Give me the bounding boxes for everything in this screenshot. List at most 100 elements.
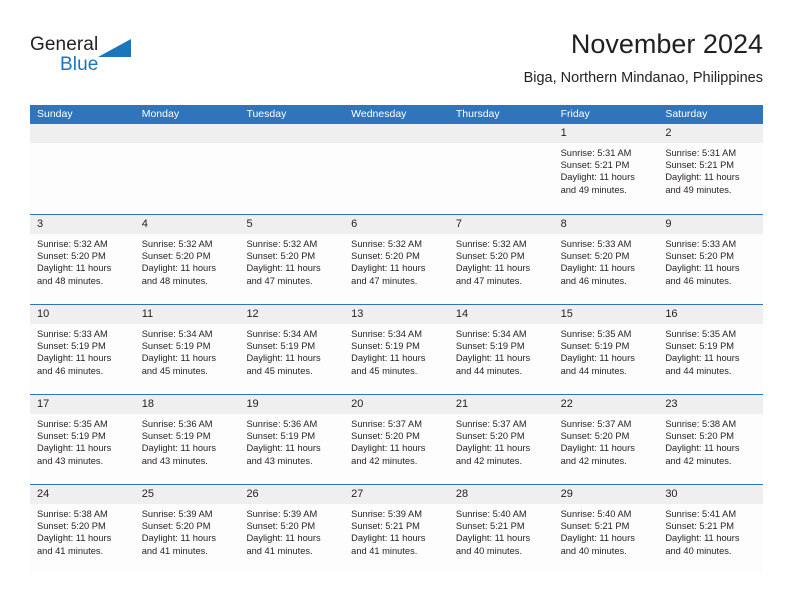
day-detail-line: Daylight: 11 hours [665, 172, 740, 183]
day-details: Sunrise: 5:33 AM Sunset: 5:20 PM Daylight:… [658, 234, 763, 287]
day-number: 13 [344, 305, 449, 324]
day-detail-line: Sunset: 5:20 PM [351, 431, 420, 442]
day-number: 8 [553, 215, 659, 234]
calendar-day-cell[interactable]: 8 Sunrise: 5:33 AM Sunset: 5:20 PM Daylight… [553, 215, 659, 304]
day-detail-line: Daylight: 11 hours [351, 443, 426, 454]
day-detail-line: Sunset: 5:21 PM [455, 521, 525, 532]
calendar-day-cell[interactable]: 16 Sunrise: 5:35 AM Sunset: 5:19 PM Dayligh… [658, 305, 764, 394]
day-detail-line: Sunset: 5:20 PM [560, 251, 630, 262]
day-detail-line: Sunrise: 5:37 AM [560, 419, 632, 429]
calendar-day-cell[interactable]: 23 Sunrise: 5:38 AM Sunset: 5:20 PM Dayligh… [658, 395, 764, 484]
brand-logo[interactable]: General Blue [30, 34, 150, 80]
day-detail-line: Sunrise: 5:34 AM [246, 329, 318, 339]
calendar-day-cell-empty [344, 124, 449, 214]
day-detail-line: Sunrise: 5:33 AM [560, 239, 632, 249]
brand-name-blue: Blue [60, 54, 99, 75]
day-detail-line: Daylight: 11 hours [351, 263, 426, 274]
day-detail-line: Sunset: 5:19 PM [665, 341, 735, 352]
day-number: 23 [658, 395, 764, 414]
day-detail-line: Sunrise: 5:35 AM [665, 329, 737, 339]
calendar-day-cell[interactable]: 27 Sunrise: 5:39 AM Sunset: 5:21 PM Dayligh… [344, 485, 449, 574]
day-detail-line: Sunset: 5:19 PM [560, 341, 630, 352]
day-number: 21 [448, 395, 554, 414]
day-detail-line: Daylight: 11 hours [246, 443, 321, 454]
calendar-day-cell[interactable]: 13 Sunrise: 5:34 AM Sunset: 5:19 PM Dayligh… [344, 305, 449, 394]
day-detail-line: Sunrise: 5:37 AM [351, 419, 422, 429]
calendar-day-cell[interactable]: 1 Sunrise: 5:31 AM Sunset: 5:21 PM Daylight… [553, 124, 659, 214]
day-detail-line: and 41 minutes. [141, 545, 208, 556]
day-detail-line: Sunset: 5:19 PM [246, 431, 316, 442]
calendar-day-cell[interactable]: 12 Sunrise: 5:34 AM Sunset: 5:19 PM Dayligh… [239, 305, 345, 394]
calendar-day-cell[interactable]: 17 Sunrise: 5:35 AM Sunset: 5:19 PM Dayligh… [30, 395, 135, 484]
day-of-week-header: Friday [560, 108, 590, 120]
calendar-day-cell[interactable]: 7 Sunrise: 5:32 AM Sunset: 5:20 PM Daylight… [448, 215, 554, 304]
calendar-day-cell[interactable]: 11 Sunrise: 5:34 AM Sunset: 5:19 PM Dayligh… [134, 305, 240, 394]
calendar-day-cell[interactable]: 29 Sunrise: 5:40 AM Sunset: 5:21 PM Dayligh… [553, 485, 659, 574]
day-details: Sunrise: 5:31 AM Sunset: 5:21 PM Daylight:… [554, 143, 659, 196]
day-detail-line: Sunrise: 5:32 AM [246, 239, 318, 249]
calendar-week-row: 3 Sunrise: 5:32 AM Sunset: 5:20 PM Daylight… [30, 214, 764, 304]
day-detail-line: Daylight: 11 hours [455, 353, 531, 364]
day-detail-line: and 43 minutes. [37, 455, 104, 466]
day-details [239, 143, 344, 147]
day-detail-line: and 44 minutes. [560, 365, 627, 376]
calendar-day-cell[interactable]: 10 Sunrise: 5:33 AM Sunset: 5:19 PM Dayligh… [30, 305, 135, 394]
calendar-day-cell[interactable]: 4 Sunrise: 5:32 AM Sunset: 5:20 PM Daylight… [134, 215, 240, 304]
calendar-day-cell[interactable]: 15 Sunrise: 5:35 AM Sunset: 5:19 PM Dayligh… [553, 305, 659, 394]
day-number [134, 124, 240, 143]
day-number: 28 [448, 485, 554, 504]
calendar-day-cell[interactable]: 28 Sunrise: 5:40 AM Sunset: 5:21 PM Dayligh… [448, 485, 554, 574]
calendar-day-cell[interactable]: 24 Sunrise: 5:38 AM Sunset: 5:20 PM Dayligh… [30, 485, 135, 574]
day-details: Sunrise: 5:40 AM Sunset: 5:21 PM Daylight:… [449, 504, 554, 557]
day-details: Sunrise: 5:35 AM Sunset: 5:19 PM Daylight:… [554, 324, 659, 377]
calendar-day-cell[interactable]: 9 Sunrise: 5:33 AM Sunset: 5:20 PM Daylight… [658, 215, 764, 304]
day-detail-line: and 40 minutes. [560, 545, 627, 556]
day-detail-line: Sunset: 5:19 PM [37, 341, 106, 352]
day-detail-line: Sunset: 5:20 PM [37, 251, 106, 262]
day-details [344, 143, 449, 147]
calendar-day-cell[interactable]: 18 Sunrise: 5:36 AM Sunset: 5:19 PM Dayligh… [134, 395, 240, 484]
day-detail-line: and 44 minutes. [455, 365, 523, 376]
day-detail-line: and 47 minutes. [246, 275, 313, 286]
day-detail-line: Sunrise: 5:39 AM [351, 509, 422, 519]
day-detail-line: and 42 minutes. [455, 455, 523, 466]
day-detail-line: Sunset: 5:20 PM [665, 431, 735, 442]
calendar-day-cell[interactable]: 25 Sunrise: 5:39 AM Sunset: 5:20 PM Dayligh… [134, 485, 240, 574]
day-detail-line: Sunset: 5:20 PM [665, 251, 735, 262]
day-detail-line: and 45 minutes. [141, 365, 208, 376]
day-details: Sunrise: 5:32 AM Sunset: 5:20 PM Daylight:… [135, 234, 240, 287]
day-detail-line: Daylight: 11 hours [141, 443, 216, 454]
calendar-day-cell[interactable]: 26 Sunrise: 5:39 AM Sunset: 5:20 PM Dayligh… [239, 485, 345, 574]
calendar-day-cell[interactable]: 21 Sunrise: 5:37 AM Sunset: 5:20 PM Dayligh… [448, 395, 554, 484]
day-detail-line: Daylight: 11 hours [351, 353, 426, 364]
calendar-day-cell[interactable]: 2 Sunrise: 5:31 AM Sunset: 5:21 PM Daylight… [658, 124, 764, 214]
calendar-day-cell[interactable]: 19 Sunrise: 5:36 AM Sunset: 5:19 PM Dayligh… [239, 395, 345, 484]
day-number [448, 124, 554, 143]
calendar-day-cell[interactable]: 20 Sunrise: 5:37 AM Sunset: 5:20 PM Dayligh… [344, 395, 449, 484]
day-detail-line: Sunrise: 5:31 AM [560, 148, 632, 158]
day-details [30, 143, 135, 147]
day-number: 17 [30, 395, 135, 414]
day-of-week-header: Wednesday [351, 108, 407, 120]
calendar-day-cell[interactable]: 22 Sunrise: 5:37 AM Sunset: 5:20 PM Dayligh… [553, 395, 659, 484]
calendar-day-cell[interactable]: 3 Sunrise: 5:32 AM Sunset: 5:20 PM Daylight… [30, 215, 135, 304]
day-detail-line: Sunset: 5:21 PM [665, 521, 735, 532]
day-detail-line: and 46 minutes. [560, 275, 627, 286]
day-detail-line: Sunset: 5:19 PM [351, 341, 420, 352]
day-detail-line: Sunset: 5:20 PM [246, 251, 316, 262]
day-details: Sunrise: 5:32 AM Sunset: 5:20 PM Daylight:… [239, 234, 344, 287]
calendar-day-cell[interactable]: 5 Sunrise: 5:32 AM Sunset: 5:20 PM Daylight… [239, 215, 345, 304]
day-number: 11 [134, 305, 240, 324]
calendar-day-cell[interactable]: 30 Sunrise: 5:41 AM Sunset: 5:21 PM Dayligh… [658, 485, 764, 574]
day-detail-line: and 46 minutes. [665, 275, 732, 286]
day-detail-line: Sunrise: 5:36 AM [246, 419, 318, 429]
day-detail-line: Daylight: 11 hours [37, 263, 112, 274]
day-detail-line: Sunrise: 5:38 AM [665, 419, 737, 429]
calendar-week-row: 24 Sunrise: 5:38 AM Sunset: 5:20 PM Dayligh… [30, 484, 764, 574]
day-detail-line: Daylight: 11 hours [455, 533, 531, 544]
calendar-day-cell[interactable]: 14 Sunrise: 5:34 AM Sunset: 5:19 PM Dayligh… [448, 305, 554, 394]
day-detail-line: Sunrise: 5:32 AM [455, 239, 527, 249]
calendar-day-cell[interactable]: 6 Sunrise: 5:32 AM Sunset: 5:20 PM Daylight… [344, 215, 449, 304]
day-number: 15 [553, 305, 659, 324]
day-details: Sunrise: 5:33 AM Sunset: 5:19 PM Daylight:… [30, 324, 135, 377]
